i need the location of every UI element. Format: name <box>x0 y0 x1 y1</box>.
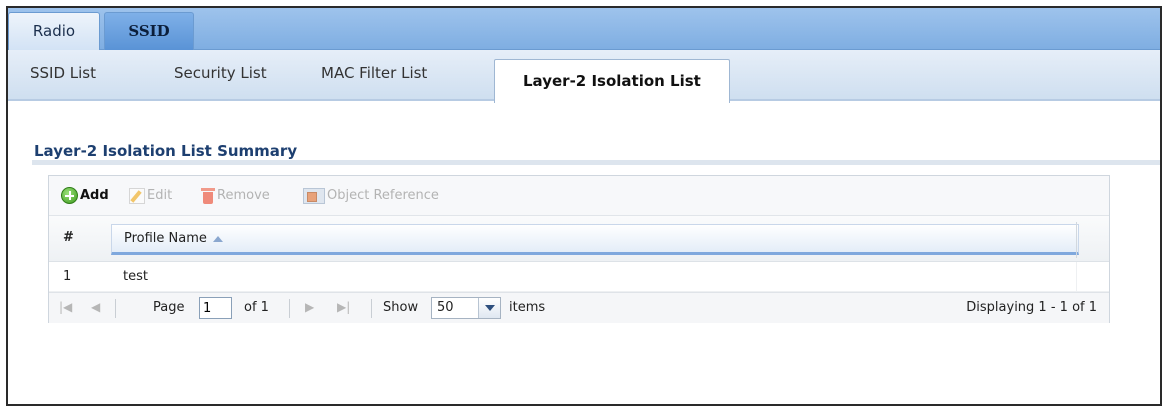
trash-icon <box>201 187 215 204</box>
object-reference-button[interactable]: Object Reference <box>303 186 439 206</box>
pagination-bar: |◀ ◀ Page of 1 ▶ ▶| Show 50 items Displa… <box>49 292 1109 323</box>
page-count-label: of 1 <box>244 300 269 315</box>
displaying-count: Displaying 1 - 1 of 1 <box>966 300 1097 315</box>
tab-layer2-isolation-list[interactable]: Layer-2 Isolation List <box>494 59 730 103</box>
column-header-profile-name[interactable]: Profile Name <box>111 224 1079 255</box>
column-divider <box>1076 222 1077 258</box>
section-divider <box>32 160 1160 165</box>
pager-divider <box>115 299 116 318</box>
items-per-page-select[interactable]: 50 <box>431 297 501 319</box>
first-page-icon[interactable]: |◀ <box>59 300 72 314</box>
column-header-label: Profile Name <box>124 231 207 246</box>
table-toolbar: Add Edit Remove Object Reference <box>49 176 1109 216</box>
next-page-icon[interactable]: ▶ <box>305 300 314 314</box>
profile-table-panel: Add Edit Remove Object Reference # Profi… <box>48 175 1110 323</box>
top-tab-bar: Radio SSID <box>8 8 1160 50</box>
row-profile-name: test <box>123 269 148 284</box>
tab-ssid[interactable]: SSID <box>104 12 194 50</box>
tab-security-list[interactable]: Security List <box>174 64 267 82</box>
table-row[interactable]: 1 test <box>49 262 1109 292</box>
edit-button[interactable]: Edit <box>129 186 172 206</box>
window-frame: Radio SSID SSID List Security List MAC F… <box>6 6 1162 406</box>
sub-tab-bar: SSID List Security List MAC Filter List … <box>8 50 1160 103</box>
edit-icon <box>129 187 145 204</box>
page-label: Page <box>153 300 185 315</box>
page-number-input[interactable] <box>199 297 232 319</box>
previous-page-icon[interactable]: ◀ <box>91 300 100 314</box>
items-label: items <box>509 300 546 315</box>
chevron-down-icon[interactable] <box>478 298 500 318</box>
tab-ssid-list[interactable]: SSID List <box>30 64 96 82</box>
section-title: Layer-2 Isolation List Summary <box>34 142 298 160</box>
column-divider <box>1076 262 1077 292</box>
add-button[interactable]: Add <box>61 186 109 206</box>
tab-mac-filter-list[interactable]: MAC Filter List <box>321 64 427 82</box>
last-page-icon[interactable]: ▶| <box>337 300 350 314</box>
row-index: 1 <box>63 269 72 284</box>
table-header: # Profile Name <box>49 216 1109 262</box>
add-icon <box>61 187 78 204</box>
pager-divider <box>289 299 290 318</box>
column-header-index: # <box>63 230 74 245</box>
object-reference-icon <box>303 187 325 204</box>
pager-divider <box>371 299 372 318</box>
show-label: Show <box>383 300 419 315</box>
items-per-page-value: 50 <box>437 300 454 315</box>
sort-ascending-icon <box>212 235 223 242</box>
remove-button[interactable]: Remove <box>201 186 270 206</box>
tab-radio[interactable]: Radio <box>8 12 100 50</box>
